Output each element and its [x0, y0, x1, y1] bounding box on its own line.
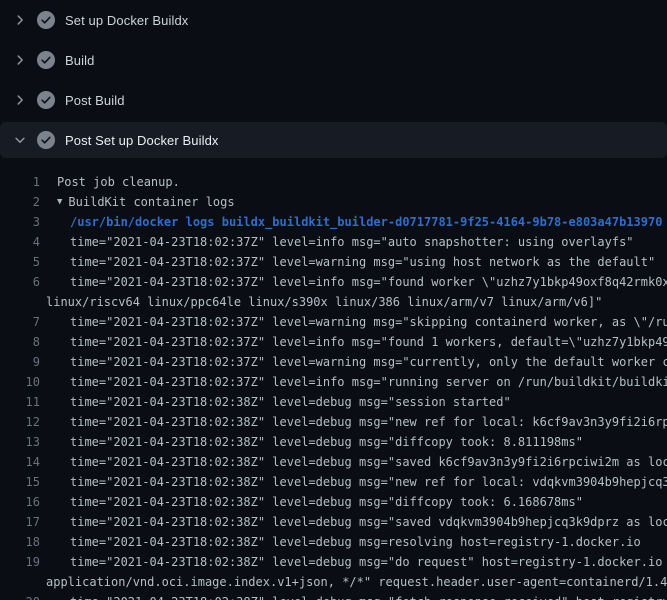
- log-line: application/vnd.oci.image.index.v1+json,…: [0, 572, 667, 592]
- log-text: time="2021-04-23T18:02:38Z" level=debug …: [40, 552, 667, 572]
- line-number[interactable]: 4: [0, 232, 40, 252]
- line-number[interactable]: 11: [0, 392, 40, 412]
- log-line: 19 time="2021-04-23T18:02:38Z" level=deb…: [0, 552, 667, 572]
- log-line: 4 time="2021-04-23T18:02:37Z" level=info…: [0, 232, 667, 252]
- line-number[interactable]: 14: [0, 452, 40, 472]
- log-line: 7 time="2021-04-23T18:02:37Z" level=warn…: [0, 312, 667, 332]
- log-line: 14 time="2021-04-23T18:02:38Z" level=deb…: [0, 452, 667, 472]
- log-text: time="2021-04-23T18:02:38Z" level=debug …: [40, 472, 667, 492]
- step-row-1[interactable]: Build: [0, 40, 667, 80]
- chevron-down-icon: [13, 133, 27, 147]
- line-number[interactable]: 7: [0, 312, 40, 332]
- log-text: time="2021-04-23T18:02:37Z" level=info m…: [40, 272, 667, 292]
- actions-log-viewer: Set up Docker Buildx Build Post Build: [0, 0, 667, 600]
- log-line: 18 time="2021-04-23T18:02:38Z" level=deb…: [0, 532, 667, 552]
- check-circle-icon: [37, 51, 55, 69]
- log-line: linux/riscv64 linux/ppc64le linux/s390x …: [0, 292, 667, 312]
- log-line: 8 time="2021-04-23T18:02:37Z" level=info…: [0, 332, 667, 352]
- log-line: 15 time="2021-04-23T18:02:38Z" level=deb…: [0, 472, 667, 492]
- log-line: 16 time="2021-04-23T18:02:38Z" level=deb…: [0, 492, 667, 512]
- log-line: 6 time="2021-04-23T18:02:37Z" level=info…: [0, 272, 667, 292]
- line-number[interactable]: 12: [0, 412, 40, 432]
- line-number[interactable]: 18: [0, 532, 40, 552]
- log-line: 5 time="2021-04-23T18:02:37Z" level=warn…: [0, 252, 667, 272]
- chevron-icon[interactable]: [12, 52, 28, 68]
- line-number[interactable]: 9: [0, 352, 40, 372]
- log-line: 9 time="2021-04-23T18:02:37Z" level=warn…: [0, 352, 667, 372]
- line-number[interactable]: 13: [0, 432, 40, 452]
- log-text: time="2021-04-23T18:02:38Z" level=debug …: [40, 452, 667, 472]
- log-line: 3 /usr/bin/docker logs buildx_buildkit_b…: [0, 212, 667, 232]
- line-number[interactable]: 17: [0, 512, 40, 532]
- step-label: Set up Docker Buildx: [65, 13, 188, 28]
- line-number[interactable]: 1: [0, 172, 40, 192]
- chevron-icon[interactable]: [12, 132, 28, 148]
- check-circle-icon: [37, 131, 55, 149]
- log-text: linux/riscv64 linux/ppc64le linux/s390x …: [40, 292, 602, 312]
- check-circle-icon: [37, 91, 55, 109]
- log-text: BuildKit container logs: [62, 192, 234, 212]
- line-number[interactable]: 5: [0, 252, 40, 272]
- check-circle-icon: [37, 11, 55, 29]
- line-number[interactable]: 6: [0, 272, 40, 292]
- log-line: 12 time="2021-04-23T18:02:38Z" level=deb…: [0, 412, 667, 432]
- log-text: time="2021-04-23T18:02:38Z" level=debug …: [40, 512, 667, 532]
- log-text: time="2021-04-23T18:02:37Z" level=info m…: [40, 232, 634, 252]
- log-text: time="2021-04-23T18:02:38Z" level=debug …: [40, 432, 583, 452]
- chevron-right-icon: [13, 13, 27, 27]
- log-line: 11 time="2021-04-23T18:02:38Z" level=deb…: [0, 392, 667, 412]
- chevron-icon[interactable]: [12, 12, 28, 28]
- step-row-0[interactable]: Set up Docker Buildx: [0, 0, 667, 40]
- log-text: time="2021-04-23T18:02:37Z" level=warnin…: [40, 312, 667, 332]
- step-row-3[interactable]: Post Set up Docker Buildx: [0, 122, 667, 158]
- line-number[interactable]: 8: [0, 332, 40, 352]
- line-number[interactable]: [0, 292, 40, 312]
- chevron-right-icon: [13, 93, 27, 107]
- log-console: 1 Post job cleanup. 2 ▼ BuildKit contain…: [0, 160, 667, 600]
- line-number[interactable]: 15: [0, 472, 40, 492]
- log-line: 1 Post job cleanup.: [0, 172, 667, 192]
- log-text: time="2021-04-23T18:02:37Z" level=warnin…: [40, 352, 667, 372]
- line-number[interactable]: 16: [0, 492, 40, 512]
- log-text: time="2021-04-23T18:02:37Z" level=warnin…: [40, 252, 655, 272]
- line-number[interactable]: 19: [0, 552, 40, 572]
- log-line: 20 time="2021-04-23T18:02:38Z" level=deb…: [0, 592, 667, 600]
- line-number[interactable]: 20: [0, 592, 40, 600]
- log-line: 2 ▼ BuildKit container logs: [0, 192, 667, 212]
- log-text: Post job cleanup.: [40, 172, 180, 192]
- line-number[interactable]: 3: [0, 212, 40, 232]
- log-line: 17 time="2021-04-23T18:02:38Z" level=deb…: [0, 512, 667, 532]
- log-text: time="2021-04-23T18:02:38Z" level=debug …: [40, 412, 667, 432]
- steps-list: Set up Docker Buildx Build Post Build: [0, 0, 667, 158]
- chevron-icon[interactable]: [12, 92, 28, 108]
- step-label: Post Set up Docker Buildx: [65, 133, 219, 148]
- log-text: time="2021-04-23T18:02:37Z" level=info m…: [40, 372, 667, 392]
- group-marker-icon[interactable]: ▼: [40, 192, 62, 212]
- log-text: time="2021-04-23T18:02:38Z" level=debug …: [40, 492, 583, 512]
- line-number[interactable]: 10: [0, 372, 40, 392]
- line-number[interactable]: 2: [0, 192, 40, 212]
- step-row-2[interactable]: Post Build: [0, 80, 667, 120]
- log-line: 10 time="2021-04-23T18:02:37Z" level=inf…: [0, 372, 667, 392]
- step-label: Build: [65, 53, 94, 68]
- log-line: 13 time="2021-04-23T18:02:38Z" level=deb…: [0, 432, 667, 452]
- log-text: application/vnd.oci.image.index.v1+json,…: [40, 572, 667, 592]
- log-text: time="2021-04-23T18:02:38Z" level=debug …: [40, 592, 667, 600]
- line-number[interactable]: [0, 572, 40, 592]
- log-text: time="2021-04-23T18:02:38Z" level=debug …: [40, 532, 641, 552]
- log-text: time="2021-04-23T18:02:38Z" level=debug …: [40, 392, 511, 412]
- log-text: /usr/bin/docker logs buildx_buildkit_bui…: [40, 212, 662, 232]
- step-label: Post Build: [65, 93, 125, 108]
- chevron-right-icon: [13, 53, 27, 67]
- log-text: time="2021-04-23T18:02:37Z" level=info m…: [40, 332, 667, 352]
